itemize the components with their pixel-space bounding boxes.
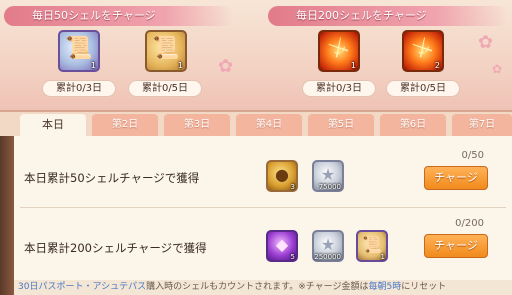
footer-text: 購入時のシェルもカウントされます。※チャージ金額は <box>146 282 369 292</box>
tab-day-2[interactable]: 第2日 <box>92 114 158 136</box>
footer-note: 30日パスポート・アシュテパス購入時のシェルもカウントされます。※チャージ金額は… <box>14 280 512 295</box>
reward-count: 2 <box>434 61 440 70</box>
reward-streak: 累計0/5日 <box>386 80 460 97</box>
tab-day-5[interactable]: 第5日 <box>308 114 374 136</box>
sakura-icon: ✿ <box>218 56 234 77</box>
row-divider <box>20 207 506 208</box>
item-qty: 1 <box>380 253 385 261</box>
reward-count: 1 <box>177 61 183 70</box>
task-progress: 0/200 <box>455 218 484 229</box>
task-row: 本日累計50シェルチャージで獲得 ● 3 ★ 75000 0/50 チャージ <box>14 150 512 200</box>
reward-count: 1 <box>350 61 356 70</box>
task-reward-item[interactable]: ● 3 <box>266 160 298 192</box>
banner-label: 毎日50シェルをチャージ <box>32 9 156 22</box>
item-qty: 3 <box>290 183 295 191</box>
gold-coin-icon: ● <box>275 165 289 184</box>
charge-button[interactable]: チャージ <box>424 166 488 190</box>
reward-count: 1 <box>90 61 96 70</box>
panel-frame-edge <box>0 136 14 295</box>
reward-item-3[interactable]: ⚔ 1 <box>318 30 360 72</box>
item-qty: 5 <box>290 253 295 261</box>
purple-orb-icon: ◆ <box>275 235 289 254</box>
task-label: 本日累計200シェルチャージで獲得 <box>24 241 207 255</box>
task-reward-item[interactable]: ★ 75000 <box>312 160 344 192</box>
tab-day-3[interactable]: 第3日 <box>164 114 230 136</box>
banner-daily-50: 毎日50シェルをチャージ <box>4 6 234 26</box>
task-row: 本日累計200シェルチャージで獲得 ◆ 5 ★ 250000 📜 1 0/200… <box>14 218 512 270</box>
charge-button[interactable]: チャージ <box>424 234 488 258</box>
reward-item-1[interactable]: 📜 1 <box>58 30 100 72</box>
star-icon: ★ <box>320 165 336 184</box>
reward-streak: 累計0/3日 <box>302 80 376 97</box>
sakura-icon: ✿ <box>478 32 494 53</box>
item-qty: 250000 <box>314 253 341 261</box>
footer-text-end: にリセット <box>401 282 447 292</box>
day-tabs: 本日 第2日 第3日 第4日 第5日 第6日 第7日 <box>0 112 512 136</box>
task-reward-item[interactable]: ★ 250000 <box>312 230 344 262</box>
scroll-icon: 📜 <box>152 36 180 61</box>
scroll-icon: 📜 <box>362 235 382 254</box>
footer-reset-time: 毎朝5時 <box>368 282 402 292</box>
tab-day-7[interactable]: 第7日 <box>452 114 512 136</box>
tab-day-4[interactable]: 第4日 <box>236 114 302 136</box>
task-reward-item[interactable]: ◆ 5 <box>266 230 298 262</box>
reward-item-4[interactable]: ⚔ 2 <box>402 30 444 72</box>
task-label: 本日累計50シェルチャージで獲得 <box>24 171 200 185</box>
item-qty: 75000 <box>318 183 341 191</box>
tab-day-6[interactable]: 第6日 <box>380 114 446 136</box>
banner-label: 毎日200シェルをチャージ <box>296 9 427 22</box>
task-reward-item[interactable]: 📜 1 <box>356 230 388 262</box>
star-icon: ★ <box>320 235 336 254</box>
footer-pass-names: 30日パスポート・アシュテパス <box>18 282 147 292</box>
task-progress: 0/50 <box>461 150 484 161</box>
task-list: 本日累計50シェルチャージで獲得 ● 3 ★ 75000 0/50 チャージ 本… <box>14 136 512 280</box>
reward-streak: 累計0/3日 <box>42 80 116 97</box>
reward-item-2[interactable]: 📜 1 <box>145 30 187 72</box>
milestone-reward-panel: ✿ 毎日50シェルをチャージ ✿ 毎日200シェルをチャージ ✿ ✿ ✿ 📜 1… <box>0 0 512 112</box>
banner-daily-200: 毎日200シェルをチャージ <box>268 6 508 26</box>
tab-today[interactable]: 本日 <box>20 114 86 136</box>
reward-streak: 累計0/5日 <box>128 80 202 97</box>
sakura-icon: ✿ <box>492 62 503 76</box>
scroll-icon: 📜 <box>65 36 93 61</box>
